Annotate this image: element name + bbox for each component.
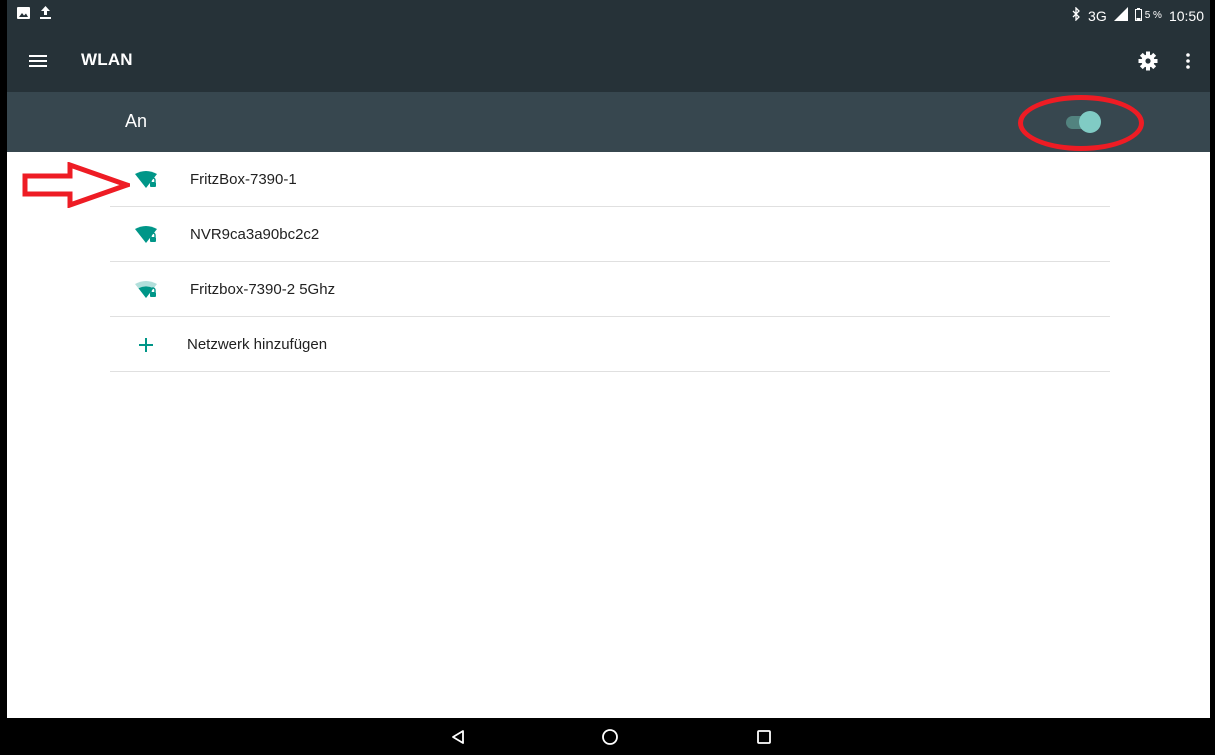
battery-icon (1134, 7, 1142, 24)
gear-icon[interactable] (1134, 47, 1162, 75)
more-vert-icon[interactable] (1178, 47, 1198, 75)
network-ssid: Fritzbox-7390-2 5Ghz (190, 281, 336, 298)
network-type: 3G (1088, 7, 1107, 24)
nav-bar (0, 718, 1215, 755)
wifi-secured-icon (134, 169, 158, 191)
network-list: FritzBox-7390-1 NVR9ca3a90bc2c2 Fritzbox… (110, 152, 1110, 372)
toggle-thumb (1079, 111, 1101, 133)
plus-icon (134, 334, 158, 356)
recents-icon[interactable] (752, 725, 776, 749)
signal-icon (1113, 7, 1128, 24)
screen-bezel-right (1210, 0, 1215, 755)
back-icon[interactable] (446, 725, 470, 749)
bluetooth-icon (1072, 6, 1081, 24)
screen-bezel-left (0, 0, 7, 755)
network-ssid: NVR9ca3a90bc2c2 (190, 226, 320, 243)
network-ssid: FritzBox-7390-1 (190, 171, 297, 188)
home-icon[interactable] (598, 725, 622, 749)
image-icon (17, 6, 30, 24)
app-toolbar: WLAN (7, 30, 1210, 92)
upload-icon (40, 6, 51, 24)
status-bar: 3G 5 % 10:50 (7, 0, 1210, 30)
wifi-secured-icon (134, 279, 158, 301)
battery-percent: 5 % (1144, 10, 1162, 21)
menu-icon[interactable] (25, 48, 51, 74)
wlan-toggle[interactable] (1062, 111, 1102, 133)
page-title: WLAN (81, 50, 133, 69)
wlan-switch-bar: An (7, 92, 1210, 152)
clock: 10:50 (1168, 7, 1204, 24)
add-network-button[interactable]: Netzwerk hinzufügen (110, 317, 1110, 372)
add-network-label: Netzwerk hinzufügen (187, 336, 328, 353)
wifi-secured-icon (134, 224, 158, 246)
network-item[interactable]: FritzBox-7390-1 (110, 152, 1110, 207)
switch-label: An (125, 111, 148, 131)
network-item[interactable]: NVR9ca3a90bc2c2 (110, 207, 1110, 262)
network-item[interactable]: Fritzbox-7390-2 5Ghz (110, 262, 1110, 317)
